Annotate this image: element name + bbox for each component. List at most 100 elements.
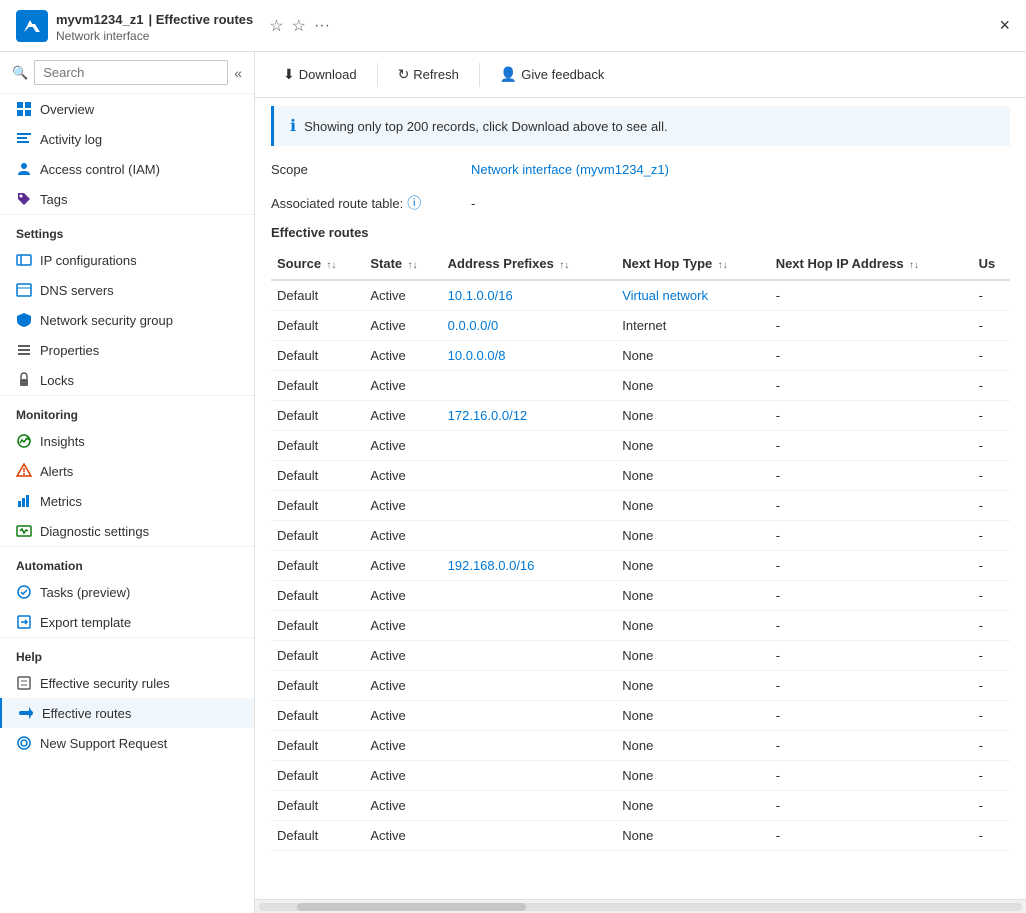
col-address: Address Prefixes ↑↓ [442,248,617,280]
cell-us: - [973,461,1010,491]
sidebar-item-securityrules[interactable]: Effective security rules [0,668,254,698]
sidebar-item-export[interactable]: Export template [0,607,254,637]
scrollbar-thumb[interactable] [297,903,526,911]
sort-hopip-icon[interactable]: ↑↓ [909,260,919,271]
sidebar-item-activitylog[interactable]: Activity log [0,124,254,154]
automation-section-header: Automation [0,546,254,577]
cell-source: Default [271,311,364,341]
table-row: Default Active 10.1.0.0/16 Virtual netwo… [271,280,1010,311]
cell-hoptype: Internet [616,311,769,341]
sort-address-icon[interactable]: ↑↓ [559,260,569,271]
hop-type-value: None [622,348,653,363]
table-row: Default Active None - - [271,641,1010,671]
routes-table-body: Default Active 10.1.0.0/16 Virtual netwo… [271,280,1010,851]
cell-state: Active [364,671,441,701]
cell-address [442,461,617,491]
sidebar-item-label: Properties [40,343,99,358]
sidebar-item-insights[interactable]: Insights [0,426,254,456]
metrics-icon [16,493,32,509]
cell-address: 10.1.0.0/16 [442,280,617,311]
cell-address: 10.0.0.0/8 [442,341,617,371]
cell-address [442,491,617,521]
horizontal-scrollbar[interactable] [255,899,1026,913]
sidebar-item-tags[interactable]: Tags [0,184,254,214]
collapse-sidebar-button[interactable]: « [234,65,242,81]
hop-type-value: None [622,498,653,513]
sidebar-item-tasks[interactable]: Tasks (preview) [0,577,254,607]
download-button[interactable]: ⬇ Download [271,60,369,89]
cell-address: 0.0.0.0/0 [442,311,617,341]
sidebar-item-properties[interactable]: Properties [0,335,254,365]
cell-us: - [973,311,1010,341]
alerts-icon [16,463,32,479]
cell-address [442,581,617,611]
cell-hopip: - [770,701,973,731]
cell-hopip: - [770,671,973,701]
sidebar-item-overview[interactable]: Overview [0,94,254,124]
hop-type-link[interactable]: Virtual network [622,288,708,303]
sidebar-item-ipconfig[interactable]: IP configurations [0,245,254,275]
hop-type-value: None [622,408,653,423]
search-input[interactable] [34,60,228,85]
sidebar-item-dns[interactable]: DNS servers [0,275,254,305]
settings-section-header: Settings [0,214,254,245]
favorite-star-icon[interactable]: ☆ [269,16,283,36]
cell-hopip: - [770,821,973,851]
table-row: Default Active None - - [271,701,1010,731]
cell-source: Default [271,731,364,761]
sidebar-item-effectiveroutes[interactable]: Effective routes [0,698,254,728]
address-prefix-link[interactable]: 192.168.0.0/16 [448,558,535,573]
cell-state: Active [364,791,441,821]
sidebar-item-diagnostics[interactable]: Diagnostic settings [0,516,254,546]
cell-address [442,431,617,461]
col-state: State ↑↓ [364,248,441,280]
cell-address [442,821,617,851]
cell-us: - [973,521,1010,551]
address-prefix-link[interactable]: 10.0.0.0/8 [448,348,506,363]
nsg-icon [16,312,32,328]
address-prefix-link[interactable]: 0.0.0.0/0 [448,318,499,333]
cell-hoptype: None [616,671,769,701]
cell-state: Active [364,551,441,581]
insights-icon [16,433,32,449]
table-row: Default Active None - - [271,491,1010,521]
cell-us: - [973,341,1010,371]
cell-us: - [973,401,1010,431]
cell-source: Default [271,611,364,641]
sidebar-item-accesscontrol[interactable]: Access control (IAM) [0,154,254,184]
cell-hopip: - [770,461,973,491]
favorite-star2-icon[interactable]: ☆ [292,16,306,36]
cell-us: - [973,611,1010,641]
cell-state: Active [364,311,441,341]
diagnostics-icon [16,523,32,539]
sidebar-item-locks[interactable]: Locks [0,365,254,395]
ipconfig-icon [16,252,32,268]
sort-hoptype-icon[interactable]: ↑↓ [718,260,728,271]
sidebar-item-label: Access control (IAM) [40,162,160,177]
sidebar-item-supportrequest[interactable]: New Support Request [0,728,254,758]
sidebar-item-label: Tasks (preview) [40,585,130,600]
refresh-button[interactable]: ↻ Refresh [386,60,471,89]
cell-hoptype: None [616,641,769,671]
sidebar-item-label: Network security group [40,313,173,328]
address-prefix-link[interactable]: 172.16.0.0/12 [448,408,528,423]
cell-address [442,701,617,731]
sort-source-icon[interactable]: ↑↓ [326,260,336,271]
sidebar-item-alerts[interactable]: Alerts [0,456,254,486]
address-prefix-link[interactable]: 10.1.0.0/16 [448,288,513,303]
feedback-button[interactable]: 👤 Give feedback [488,60,617,89]
more-options-icon[interactable]: ··· [314,17,330,35]
cell-state: Active [364,431,441,461]
close-button[interactable]: × [999,15,1010,36]
sidebar-item-nsg[interactable]: Network security group [0,305,254,335]
route-table-label: Associated route table: ⓘ [271,193,471,213]
info-tooltip-icon[interactable]: ⓘ [407,193,421,213]
scrollbar-track [259,903,1022,911]
cell-us: - [973,551,1010,581]
cell-us: - [973,491,1010,521]
sidebar-item-metrics[interactable]: Metrics [0,486,254,516]
toolbar-divider [377,63,378,87]
sort-state-icon[interactable]: ↑↓ [407,260,417,271]
table-row: Default Active None - - [271,821,1010,851]
sidebar-item-label: Metrics [40,494,82,509]
